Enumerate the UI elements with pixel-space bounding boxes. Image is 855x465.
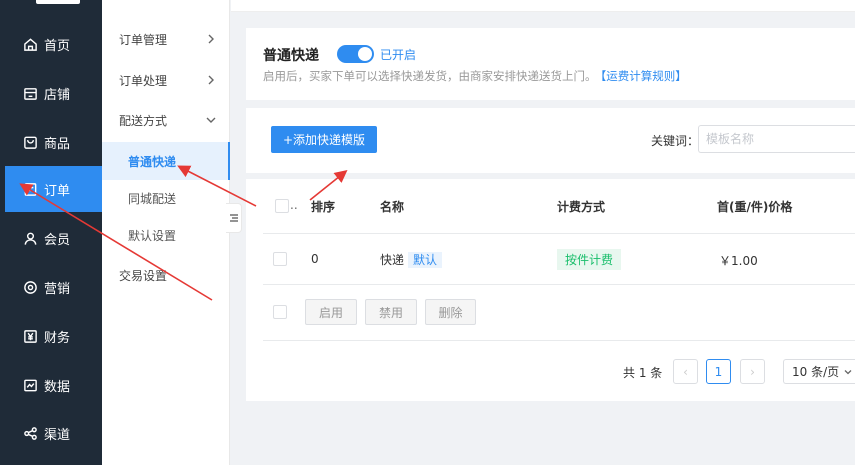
row-sort: 0 <box>311 252 319 266</box>
top-bar <box>231 0 855 12</box>
submenu-label: 默认设置 <box>128 228 177 243</box>
keyword-label: 关键词： <box>651 134 700 148</box>
user-icon <box>22 230 38 246</box>
nav-item-order[interactable]: 订单 <box>5 166 102 212</box>
chevron-right-icon <box>208 34 214 44</box>
express-description: 启用后，买家下单可以选择快递发货，由商家安排快递送货上门。 【运费计算规则】 <box>263 68 687 84</box>
billing-tag: 按件计费 <box>557 249 622 270</box>
bulk-checkbox[interactable] <box>273 305 287 319</box>
enable-button[interactable]: 启用 <box>305 299 357 325</box>
nav-item-goods[interactable]: 商品 <box>0 119 102 165</box>
order-icon <box>22 181 38 197</box>
share-icon <box>22 425 38 441</box>
row-name-text: 快递 <box>380 253 405 267</box>
switch-status-label: 已开启 <box>380 48 417 62</box>
page-size-select[interactable]: 10 条/页 <box>783 359 855 384</box>
nav-item-home[interactable]: 首页 <box>0 21 102 67</box>
submenu-label: 交易设置 <box>119 268 168 283</box>
logo <box>36 0 80 4</box>
express-enable-switch[interactable] <box>337 45 374 63</box>
collapse-menu-button[interactable] <box>226 203 242 233</box>
nav-item-member[interactable]: 会员 <box>0 215 102 261</box>
toolbar-card: +添加快递模版 关键词： <box>246 108 855 173</box>
main-nav: 首页 店铺 商品 订单 会员 营销 财务 数据 渠道 <box>0 0 102 465</box>
marketing-icon <box>22 279 38 295</box>
nav-item-label: 订单 <box>44 183 71 199</box>
nav-item-data[interactable]: 数据 <box>0 362 102 408</box>
description-text: 启用后，买家下单可以选择快递发货，由商家安排快递送货上门。 <box>263 69 597 83</box>
next-page-button[interactable]: › <box>740 359 765 384</box>
submenu-express[interactable]: 普通快递 <box>102 142 230 180</box>
submenu-label: 配送方式 <box>119 113 168 128</box>
row-divider <box>263 340 855 341</box>
submenu-label: 订单处理 <box>119 73 168 88</box>
template-table-card: .. 排序 名称 计费方式 首(重/件)价格 0 快递 默认 按件计费 ￥1.00… <box>246 179 855 401</box>
keyword-search-input[interactable] <box>698 125 855 153</box>
store-icon <box>22 85 38 101</box>
submenu-label: 普通快递 <box>128 154 177 169</box>
prev-page-button[interactable]: ‹ <box>673 359 698 384</box>
delete-button[interactable]: 删除 <box>425 299 476 325</box>
disable-button[interactable]: 禁用 <box>365 299 417 325</box>
nav-item-marketing[interactable]: 营销 <box>0 264 102 310</box>
submenu-order-manage[interactable]: 订单管理 <box>102 20 230 58</box>
column-header-price: 首(重/件)价格 <box>717 200 793 214</box>
select-all-checkbox[interactable] <box>275 199 289 213</box>
page-size-value: 10 条/页 <box>792 365 840 379</box>
row-name: 快递 默认 <box>380 251 443 268</box>
column-header-billing: 计费方式 <box>557 200 606 214</box>
add-template-button[interactable]: +添加快递模版 <box>271 126 377 153</box>
sub-menu: 订单管理 订单处理 配送方式 普通快递 同城配送 默认设置 交易设置 <box>102 0 230 465</box>
nav-item-label: 数据 <box>44 379 71 395</box>
pagination-total: 共 1 条 <box>623 366 663 380</box>
column-header-name: 名称 <box>380 200 405 214</box>
column-header-sort: 排序 <box>311 200 336 214</box>
row-divider <box>263 233 855 234</box>
nav-item-label: 营销 <box>44 281 71 297</box>
express-header-card: 普通快递 已开启 启用后，买家下单可以选择快递发货，由商家安排快递送货上门。 【运… <box>246 28 855 100</box>
submenu-order-process[interactable]: 订单处理 <box>102 61 230 99</box>
switch-knob <box>358 47 372 61</box>
nav-item-label: 财务 <box>44 330 71 346</box>
submenu-default-setting[interactable]: 默认设置 <box>102 216 230 254</box>
submenu-delivery[interactable]: 配送方式 <box>102 101 230 139</box>
nav-item-channel[interactable]: 渠道 <box>0 410 102 456</box>
nav-item-finance[interactable]: 财务 <box>0 313 102 359</box>
chart-icon <box>22 377 38 393</box>
chevron-down-icon <box>206 117 216 123</box>
home-icon <box>22 36 38 52</box>
goods-icon <box>22 134 38 150</box>
menu-fold-icon <box>229 214 238 222</box>
nav-item-label: 商品 <box>44 136 71 152</box>
submenu-trade-setting[interactable]: 交易设置 <box>102 256 230 294</box>
page-title: 普通快递 <box>263 48 319 64</box>
checkbox-ellipsis: .. <box>290 198 298 212</box>
nav-item-label: 会员 <box>44 232 71 248</box>
page-number-button[interactable]: 1 <box>706 359 731 384</box>
nav-item-store[interactable]: 店铺 <box>0 70 102 116</box>
submenu-label: 同城配送 <box>128 191 177 206</box>
yen-icon <box>22 328 38 344</box>
submenu-label: 订单管理 <box>119 32 168 47</box>
submenu-local-delivery[interactable]: 同城配送 <box>102 179 230 217</box>
nav-item-label: 首页 <box>44 38 71 54</box>
row-checkbox[interactable] <box>273 252 287 266</box>
row-divider <box>263 284 855 285</box>
default-tag: 默认 <box>408 252 443 268</box>
nav-item-label: 店铺 <box>44 87 71 103</box>
freight-rule-link[interactable]: 【运费计算规则】 <box>601 69 687 83</box>
chevron-right-icon <box>208 75 214 85</box>
chevron-down-icon <box>844 369 852 374</box>
nav-item-label: 渠道 <box>44 427 71 443</box>
row-price: ￥1.00 <box>719 254 758 268</box>
